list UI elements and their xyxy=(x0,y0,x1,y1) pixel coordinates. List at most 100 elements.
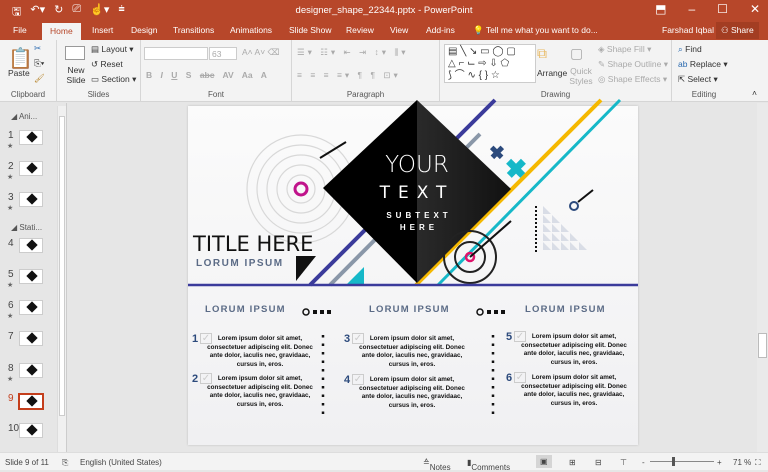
share-button[interactable]: ⚇ Share xyxy=(716,22,759,39)
new-slide-button[interactable]: New Slide xyxy=(65,65,87,85)
find-button[interactable]: ⌕ Find xyxy=(678,44,702,55)
column-heading[interactable]: LORUM IPSUM xyxy=(525,304,606,315)
tab-add-ins[interactable]: Add-ins xyxy=(426,25,455,35)
subtext[interactable]: SUBTEXT xyxy=(386,211,451,220)
notes-button[interactable]: ≙ Notes xyxy=(423,458,451,472)
list-item[interactable]: 2 ✓ Lorem ipsum dolor sit amet, consecte… xyxy=(192,373,318,411)
grid-triangle xyxy=(543,242,551,250)
slide-thumbnail[interactable] xyxy=(19,269,43,284)
slide-thumbnail[interactable] xyxy=(19,300,43,315)
reset-button[interactable]: ↺ Reset xyxy=(91,59,123,70)
change-case-button[interactable]: Aa xyxy=(242,70,253,80)
slide-title[interactable]: TITLE HERE xyxy=(192,232,313,256)
fit-slide-icon[interactable]: ⛶ xyxy=(755,458,761,468)
subtext-here[interactable]: HERE xyxy=(400,223,438,232)
scrollbar-thumb[interactable] xyxy=(758,333,767,358)
list-buttons[interactable]: ☰▾ ☷▾ ⇤ ⇥ ↕▾ ⫼▾ xyxy=(297,47,409,58)
close-button[interactable]: ✕ xyxy=(750,2,760,16)
slide-thumbnail[interactable] xyxy=(19,331,43,346)
tell-me-box[interactable]: 💡 Tell me what you want to do... xyxy=(473,25,598,36)
slide-canvas[interactable]: YOUR TEXT SUBTEXT HERE TITLE HERE LORUM … xyxy=(188,98,638,445)
section-button[interactable]: ▭ Section ▾ xyxy=(91,74,136,85)
slide-subtitle[interactable]: LORUM IPSUM xyxy=(196,258,284,269)
copy-icon[interactable]: ⎘▾ xyxy=(34,58,44,69)
underline-button[interactable]: U xyxy=(171,70,177,80)
shape-effects-button[interactable]: ◎ Shape Effects ▾ xyxy=(598,74,667,85)
layout-button[interactable]: ▤ Layout ▾ xyxy=(91,44,134,55)
ribbon-display-icon[interactable]: ⬒ xyxy=(655,2,666,16)
arrange-button[interactable]: Arrange xyxy=(537,68,567,78)
normal-view-button[interactable]: ▣ xyxy=(536,455,552,468)
slide-thumbnail[interactable] xyxy=(19,363,43,378)
font-size-input[interactable]: 63 xyxy=(209,47,237,60)
slide-thumbnail[interactable] xyxy=(19,192,43,207)
language[interactable]: English (United States) xyxy=(80,458,162,467)
shapes-gallery[interactable]: ▤ ╲ ↘ ▭ ◯ ▢ △ ⌐ ⌙ ⇨ ⇩ ⬠ ⟆ ⌒ ∿ { } ☆ xyxy=(444,44,536,83)
column-heading[interactable]: LORUM IPSUM xyxy=(205,304,286,315)
bold-button[interactable]: B xyxy=(146,70,152,80)
slide-thumbnail[interactable] xyxy=(19,161,43,176)
comments-button[interactable]: ▮ Comments xyxy=(467,458,510,472)
tab-transitions[interactable]: Transitions xyxy=(173,25,214,35)
shape-fill-button[interactable]: ◈ Shape Fill ▾ xyxy=(598,44,651,55)
select-button[interactable]: ⇱ Select ▾ xyxy=(678,74,718,85)
paste-button[interactable]: Paste xyxy=(8,68,30,78)
format-painter-icon[interactable]: 🖌 xyxy=(34,73,45,84)
strikethrough-button[interactable]: abc xyxy=(200,70,215,80)
tab-slide-show[interactable]: Slide Show xyxy=(289,25,332,35)
tab-home[interactable]: Home xyxy=(42,23,81,40)
your-text[interactable]: YOUR xyxy=(385,152,449,178)
cut-icon[interactable]: ✂ xyxy=(34,43,41,54)
alignment-buttons[interactable]: ≡ ≡ ≡ ≡▾ ¶ ¶ ⊡▾ xyxy=(297,70,401,81)
zoom-slider-thumb[interactable] xyxy=(671,457,675,466)
section-static[interactable]: ◢ Stati... xyxy=(11,223,42,232)
user-name[interactable]: Farshad Iqbal xyxy=(662,25,714,35)
list-item[interactable]: 4 ✓ Lorem ipsum dolor sit amet, consecte… xyxy=(344,374,470,412)
list-item[interactable]: 1 ✓ Lorem ipsum dolor sit amet, consecte… xyxy=(192,333,318,371)
slide-thumbnail[interactable] xyxy=(18,393,44,410)
slide-scrollbar[interactable] xyxy=(757,103,768,452)
list-item[interactable]: 6 ✓ Lorem ipsum dolor sit amet, consecte… xyxy=(506,372,632,410)
notes-label: Notes xyxy=(429,463,451,472)
slide-thumbnail[interactable] xyxy=(19,238,43,253)
shape-outline-button[interactable]: ✎ Shape Outline ▾ xyxy=(598,59,668,70)
column-heading[interactable]: LORUM IPSUM xyxy=(369,304,450,315)
zoom-out-button[interactable]: - xyxy=(642,458,645,467)
font-format-buttons[interactable]: B I U S abc AV Aa A xyxy=(146,70,267,80)
arrange-icon[interactable]: ⧉ xyxy=(537,45,547,62)
shadow-button[interactable]: S xyxy=(186,70,192,80)
font-name-input[interactable] xyxy=(144,47,208,60)
tab-animations[interactable]: Animations xyxy=(230,25,272,35)
font-color-button[interactable]: A xyxy=(261,70,267,80)
grow-font-icon[interactable]: A˄ A˅ ⌫ xyxy=(242,47,280,58)
quick-styles-button[interactable]: Quick Styles xyxy=(568,66,594,86)
tab-view[interactable]: View xyxy=(390,25,408,35)
list-item[interactable]: 3 ✓ Lorem ipsum dolor sit amet, consecte… xyxy=(344,333,470,371)
section-animated[interactable]: ◢ Ani... xyxy=(11,112,37,121)
list-item[interactable]: 5 ✓ Lorem ipsum dolor sit amet, consecte… xyxy=(506,331,632,369)
spacing-button[interactable]: AV xyxy=(223,70,234,80)
zoom-level[interactable]: 71 % xyxy=(733,458,751,467)
spell-check-icon[interactable]: ⎘ xyxy=(62,458,68,468)
quick-styles-icon[interactable]: ▢ xyxy=(570,45,583,62)
zoom-in-button[interactable]: + xyxy=(717,458,722,467)
tab-file[interactable]: File xyxy=(13,25,27,35)
slide-sorter-button[interactable]: ⊞ xyxy=(569,458,576,467)
collapse-ribbon-icon[interactable]: ˄ xyxy=(752,88,757,98)
new-slide-icon[interactable] xyxy=(65,46,85,60)
tab-insert[interactable]: Insert xyxy=(92,25,113,35)
replace-button[interactable]: ab Replace ▾ xyxy=(678,59,728,70)
text-heading[interactable]: TEXT xyxy=(379,183,455,203)
zoom-slider[interactable] xyxy=(650,461,714,462)
italic-button[interactable]: I xyxy=(161,70,163,80)
slideshow-button[interactable]: ⊤ xyxy=(620,458,627,467)
maximize-button[interactable]: ☐ xyxy=(717,2,728,16)
thumbnail-scrollbar[interactable] xyxy=(57,106,66,452)
tab-review[interactable]: Review xyxy=(346,25,374,35)
scrollbar-thumb[interactable] xyxy=(59,116,65,416)
tab-design[interactable]: Design xyxy=(131,25,157,35)
reading-view-button[interactable]: ⊟ xyxy=(595,458,602,467)
slide-thumbnail[interactable] xyxy=(19,423,43,438)
slide-thumbnail[interactable] xyxy=(19,130,43,145)
minimize-button[interactable]: – xyxy=(688,2,695,16)
